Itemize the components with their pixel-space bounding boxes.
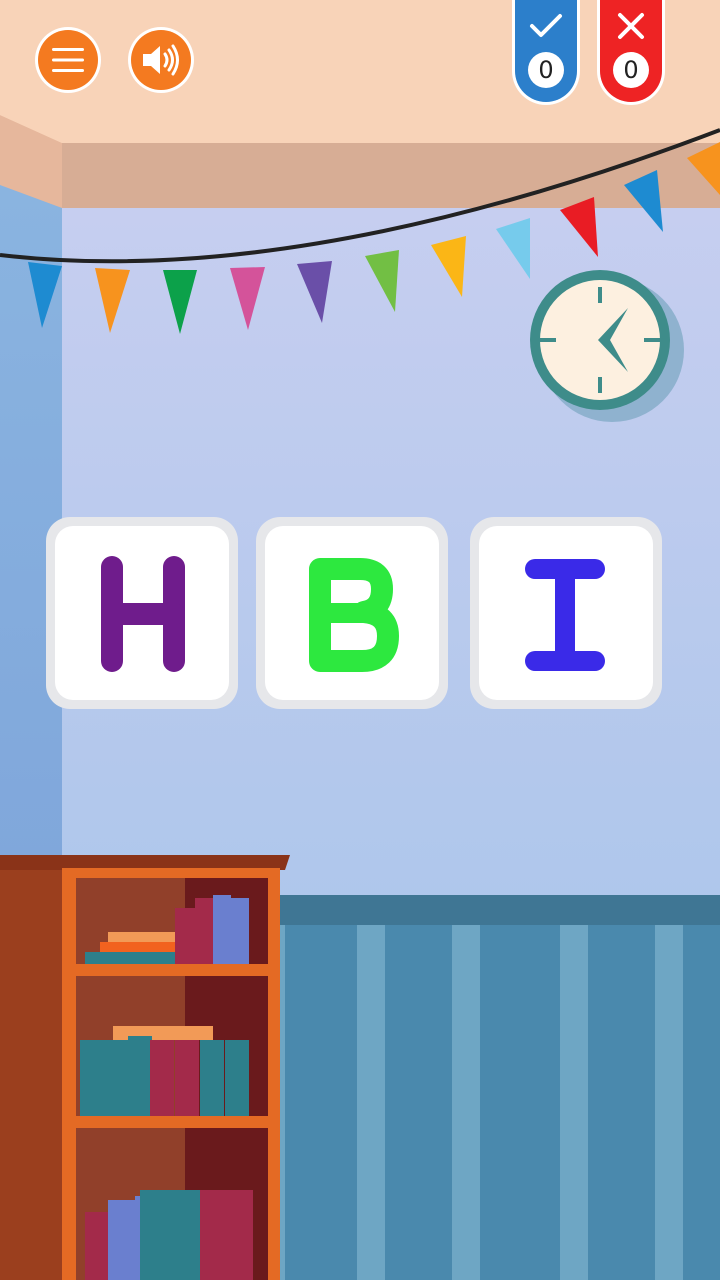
letter-i-glyph: I (525, 559, 605, 671)
wrong-score-badge: 0 (600, 0, 662, 102)
correct-score-badge: 0 (515, 0, 577, 102)
speaker-volume-icon (143, 44, 179, 76)
x-icon (618, 13, 644, 39)
letter-h-glyph: H (101, 556, 185, 672)
menu-button[interactable] (38, 30, 98, 90)
bookcase-decoration (0, 855, 290, 1280)
wrong-count: 0 (613, 52, 649, 88)
correct-count: 0 (528, 52, 564, 88)
letter-b-glyph: B (309, 558, 399, 672)
letter-tile-h[interactable]: H (46, 517, 238, 709)
sound-button[interactable] (131, 30, 191, 90)
check-icon (530, 14, 562, 37)
hamburger-menu-icon (52, 48, 84, 72)
letter-tile-b[interactable]: B (256, 517, 448, 709)
letter-tile-i[interactable]: I (470, 517, 662, 709)
